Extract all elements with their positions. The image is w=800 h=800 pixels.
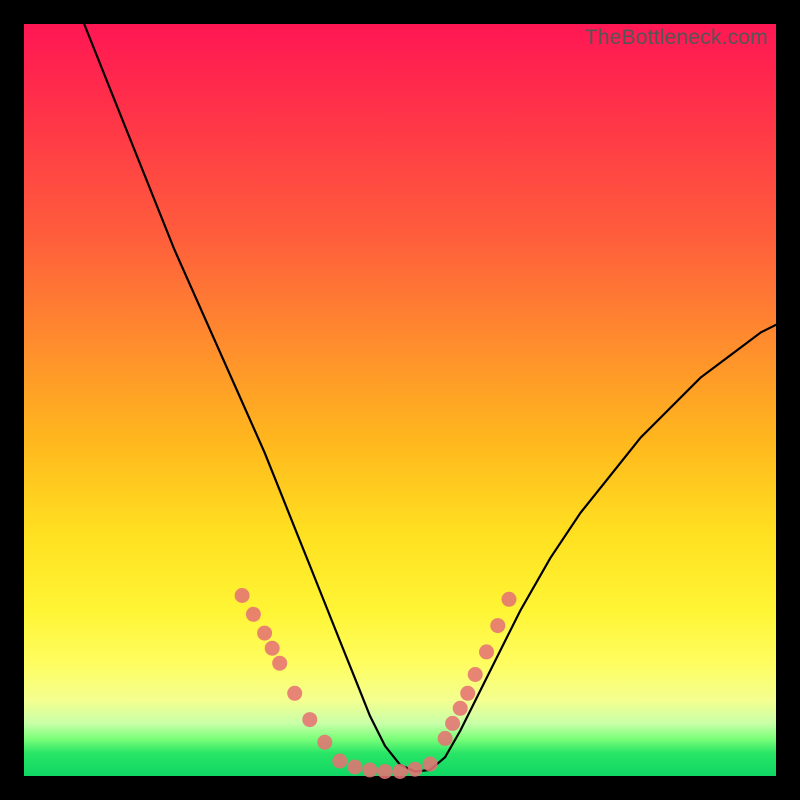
plot-area: TheBottleneck.com	[24, 24, 776, 776]
dot	[502, 592, 517, 607]
dot	[265, 641, 280, 656]
dot	[468, 667, 483, 682]
dot	[479, 644, 494, 659]
dot	[438, 731, 453, 746]
dot	[302, 712, 317, 727]
dot	[272, 656, 287, 671]
chart-frame: TheBottleneck.com	[0, 0, 800, 800]
curve-layer	[24, 24, 776, 776]
dot	[235, 588, 250, 603]
dot	[408, 762, 423, 777]
dot	[257, 626, 272, 641]
dot	[393, 764, 408, 779]
dot	[317, 735, 332, 750]
dot	[378, 764, 393, 779]
dot	[460, 686, 475, 701]
dot	[445, 716, 460, 731]
dot	[490, 618, 505, 633]
dot	[453, 701, 468, 716]
dot	[347, 760, 362, 775]
highlight-dots	[235, 588, 517, 779]
dot	[287, 686, 302, 701]
dot	[246, 607, 261, 622]
dot	[332, 754, 347, 769]
bottleneck-curve-path	[84, 24, 776, 772]
dot	[362, 763, 377, 778]
dot	[423, 757, 438, 772]
